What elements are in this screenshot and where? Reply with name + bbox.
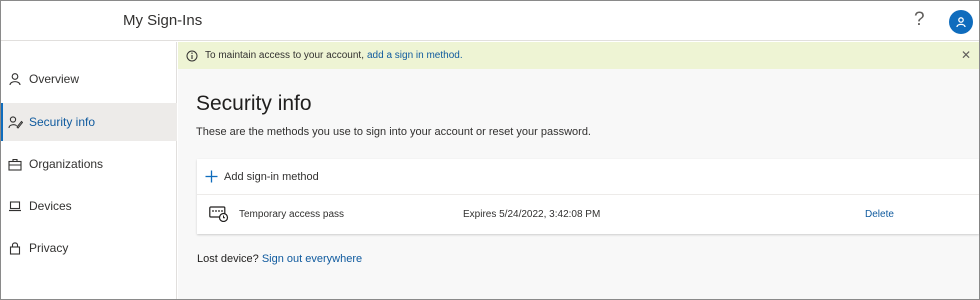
sidebar-item-privacy[interactable]: Privacy xyxy=(1,229,177,267)
add-sign-in-method-button[interactable]: Add sign-in method xyxy=(197,159,979,195)
sidebar-item-devices[interactable]: Devices xyxy=(1,187,177,225)
lost-device-section: Lost device? Sign out everywhere xyxy=(197,253,362,265)
sidebar-item-label: Privacy xyxy=(29,241,69,255)
method-expiry: Expires 5/24/2022, 3:42:08 PM xyxy=(463,209,601,220)
plus-icon xyxy=(205,170,218,183)
sidebar-item-organizations[interactable]: Organizations xyxy=(1,145,177,183)
briefcase-icon xyxy=(7,156,23,172)
security-info-icon xyxy=(7,114,23,130)
app-title: My Sign-Ins xyxy=(123,12,203,29)
method-row: Temporary access pass Expires 5/24/2022,… xyxy=(197,196,979,234)
top-bar: My Sign-Ins ? xyxy=(1,1,979,41)
help-icon[interactable]: ? xyxy=(914,10,925,30)
sidebar-item-label: Organizations xyxy=(29,157,104,171)
close-icon[interactable]: ✕ xyxy=(961,48,971,62)
method-name: Temporary access pass xyxy=(239,209,345,220)
sidebar-item-security-info[interactable]: Security info xyxy=(1,103,177,141)
avatar[interactable] xyxy=(949,10,973,34)
add-sign-in-method-link[interactable]: add a sign in method. xyxy=(367,50,463,61)
methods-card: Add sign-in method Temporary access pass… xyxy=(197,159,979,234)
laptop-icon xyxy=(7,198,23,214)
sidebar-item-label: Overview xyxy=(29,72,80,86)
main-content: To maintain access to your account, add … xyxy=(178,42,979,299)
person-icon xyxy=(7,71,23,87)
sidebar-item-overview[interactable]: Overview xyxy=(1,60,177,98)
person-icon xyxy=(956,17,966,28)
banner-text: To maintain access to your account, xyxy=(205,50,364,61)
delete-method-link[interactable]: Delete xyxy=(865,209,894,220)
page-title: Security info xyxy=(196,92,312,115)
temporary-access-pass-icon xyxy=(209,206,229,225)
sidebar-item-label: Devices xyxy=(29,199,72,213)
info-icon xyxy=(186,50,198,62)
sidebar: Overview Security info Organizations Dev… xyxy=(1,42,177,299)
sign-out-everywhere-link[interactable]: Sign out everywhere xyxy=(262,253,362,265)
add-sign-in-method-label: Add sign-in method xyxy=(224,170,319,183)
sidebar-item-label: Security info xyxy=(29,115,96,129)
notification-banner: To maintain access to your account, add … xyxy=(178,42,979,69)
lost-device-label: Lost device? xyxy=(197,253,259,265)
page-subtitle: These are the methods you use to sign in… xyxy=(196,126,591,138)
lock-icon xyxy=(7,240,23,256)
